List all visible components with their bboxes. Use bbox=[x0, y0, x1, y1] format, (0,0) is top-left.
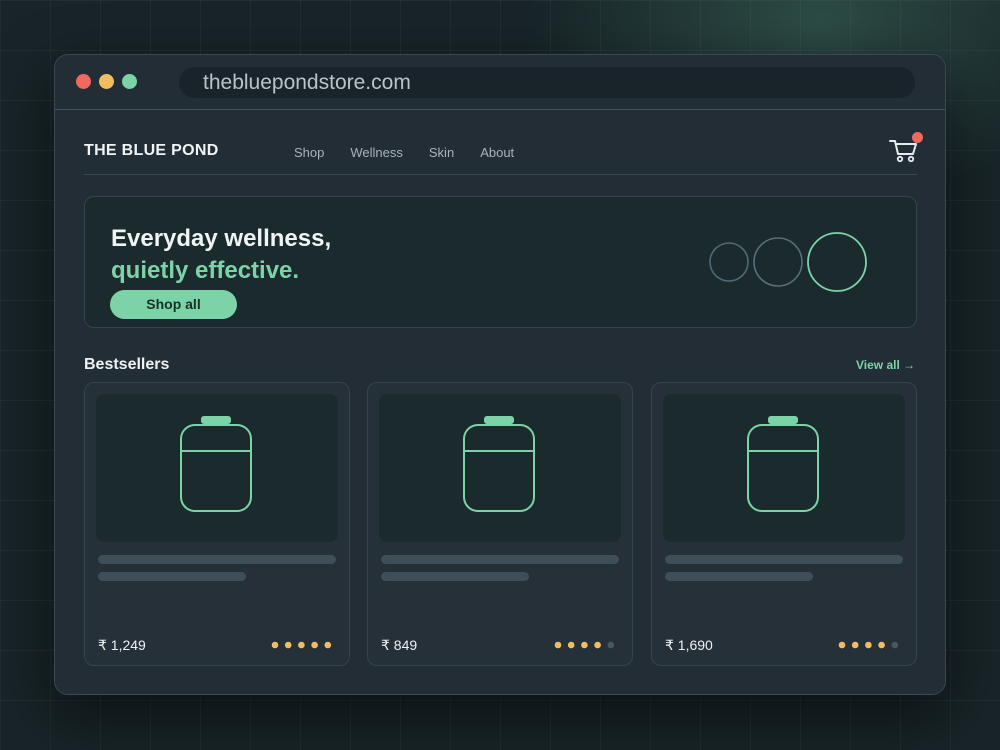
cart-button[interactable] bbox=[889, 132, 923, 164]
product-price: ₹ 849 bbox=[381, 637, 418, 653]
product-card[interactable]: ₹ 1,690 bbox=[651, 382, 917, 666]
product-price: ₹ 1,249 bbox=[98, 637, 146, 653]
nav-shop[interactable]: Shop bbox=[294, 145, 324, 160]
rating-stars bbox=[838, 641, 899, 649]
star-filled-icon bbox=[838, 641, 846, 649]
nav-skin[interactable]: Skin bbox=[429, 145, 454, 160]
star-filled-icon bbox=[581, 641, 588, 649]
product-title-placeholder bbox=[381, 555, 619, 564]
rating-stars bbox=[554, 641, 615, 649]
product-subtitle-placeholder bbox=[665, 572, 813, 581]
product-subtitle-placeholder bbox=[98, 572, 246, 581]
product-subtitle-placeholder bbox=[381, 572, 529, 581]
star-filled-icon bbox=[878, 641, 885, 649]
rating-stars bbox=[271, 641, 332, 649]
star-filled-icon bbox=[594, 641, 601, 649]
maximize-window-button[interactable] bbox=[122, 74, 137, 89]
address-bar[interactable]: thebluepondstore.com bbox=[179, 67, 915, 98]
star-filled-icon bbox=[284, 641, 292, 649]
view-all-link[interactable]: View all → bbox=[856, 358, 915, 372]
hero-headline: Everyday wellness, bbox=[111, 225, 332, 252]
product-price: ₹ 1,690 bbox=[665, 637, 713, 653]
product-image bbox=[379, 394, 621, 542]
bestsellers-title: Bestsellers bbox=[84, 356, 170, 373]
hero-banner: Everyday wellness, quietly effective. Sh… bbox=[84, 196, 917, 328]
shop-all-button[interactable]: Shop all bbox=[110, 290, 237, 319]
product-image bbox=[96, 394, 338, 542]
nav-about[interactable]: About bbox=[480, 145, 514, 160]
star-filled-icon bbox=[271, 641, 279, 649]
star-filled-icon bbox=[298, 641, 305, 649]
star-filled-icon bbox=[554, 641, 562, 649]
header-divider bbox=[84, 174, 917, 175]
cart-badge bbox=[912, 132, 923, 143]
hero-circles-graphic bbox=[709, 232, 867, 292]
close-window-button[interactable] bbox=[76, 74, 91, 89]
product-card[interactable]: ₹ 1,249 bbox=[84, 382, 350, 666]
star-filled-icon bbox=[324, 641, 332, 649]
jar-icon bbox=[747, 416, 819, 512]
jar-icon bbox=[463, 416, 535, 512]
browser-window: thebluepondstore.com THE BLUE POND Shop … bbox=[54, 54, 946, 695]
store-page: THE BLUE POND Shop Wellness Skin About E… bbox=[55, 110, 945, 694]
browser-titlebar: thebluepondstore.com bbox=[55, 55, 945, 110]
star-filled-icon bbox=[851, 641, 859, 649]
product-title-placeholder bbox=[665, 555, 903, 564]
star-filled-icon bbox=[311, 641, 318, 649]
main-nav: Shop Wellness Skin About bbox=[294, 145, 540, 160]
jar-icon bbox=[180, 416, 252, 512]
product-card[interactable]: ₹ 849 bbox=[367, 382, 633, 666]
brand-logo[interactable]: THE BLUE POND bbox=[84, 142, 219, 160]
star-filled-icon bbox=[865, 641, 872, 649]
star-empty-icon bbox=[607, 641, 615, 649]
star-filled-icon bbox=[567, 641, 575, 649]
hero-subheadline: quietly effective. bbox=[111, 257, 300, 284]
product-image bbox=[663, 394, 905, 542]
star-empty-icon bbox=[891, 641, 899, 649]
nav-wellness[interactable]: Wellness bbox=[350, 145, 403, 160]
product-title-placeholder bbox=[98, 555, 336, 564]
minimize-window-button[interactable] bbox=[99, 74, 114, 89]
